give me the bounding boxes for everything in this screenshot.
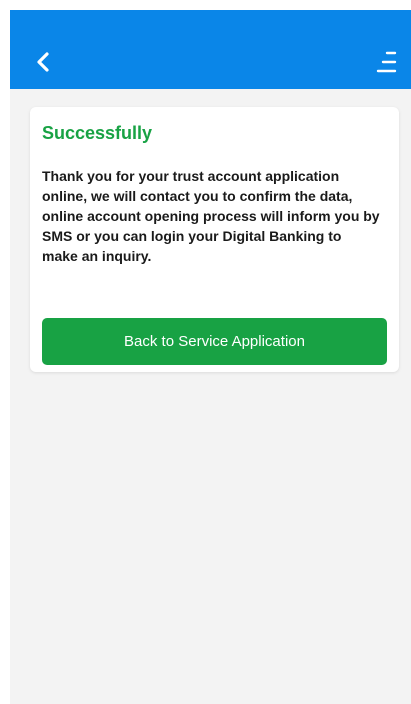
app-screen: Successfully Thank you for your trust ac… <box>10 10 411 704</box>
result-message: Thank you for your trust account applica… <box>42 168 380 264</box>
app-bar <box>10 10 411 89</box>
back-button[interactable] <box>32 50 56 74</box>
back-to-service-application-button[interactable]: Back to Service Application <box>42 318 387 365</box>
menu-icon <box>376 51 397 73</box>
result-card: Successfully Thank you for your trust ac… <box>30 107 399 372</box>
menu-button[interactable] <box>374 49 400 75</box>
result-title: Successfully <box>42 123 153 143</box>
chevron-left-icon <box>37 52 49 72</box>
